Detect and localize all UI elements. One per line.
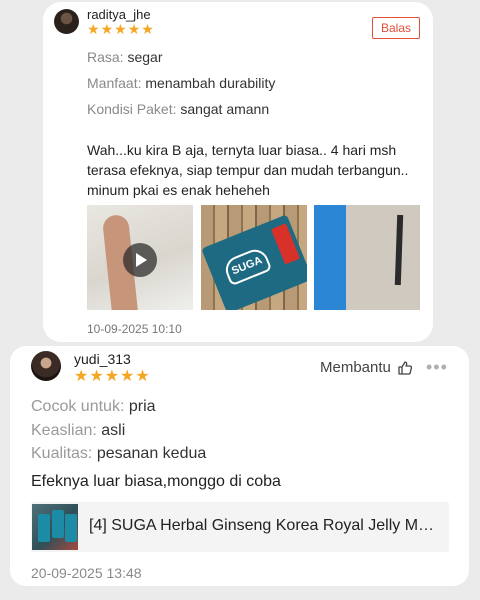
pack-logo: SUGA — [221, 245, 273, 287]
attribute-row: Manfaat: menambah durability — [87, 75, 275, 91]
helpful-button[interactable]: Membantu — [320, 359, 413, 376]
review-video-thumbnail[interactable] — [87, 205, 193, 310]
avatar[interactable] — [31, 351, 61, 381]
review-date: 10-09-2025 10:10 — [87, 322, 182, 336]
thumbs-up-icon — [398, 360, 412, 375]
review-text: Wah...ku kira B aja, ternyta luar biasa.… — [87, 140, 427, 200]
star-icon: ★ — [127, 21, 141, 37]
star-icon: ★ — [100, 21, 114, 37]
attribute-row: Kualitas: pesanan kedua — [31, 445, 206, 463]
review-date: 20-09-2025 13:48 — [31, 565, 142, 581]
star-rating: ★ ★ ★ ★ ★ — [87, 22, 154, 36]
play-icon[interactable] — [123, 243, 157, 277]
attribute-value: sangat amann — [180, 101, 270, 117]
attribute-label: Rasa: — [87, 49, 124, 65]
review-card-2: yudi_313 ★ ★ ★ ★ ★ Membantu ••• Cocok un… — [10, 346, 469, 586]
star-icon: ★ — [104, 368, 120, 385]
attribute-label: Cocok untuk: — [31, 398, 125, 415]
review-text: Efeknya luar biasa,monggo di coba — [31, 473, 281, 490]
username[interactable]: raditya_jhe — [87, 7, 151, 22]
avatar[interactable] — [54, 9, 79, 34]
attribute-value: menambah durability — [145, 75, 276, 91]
product-title: [4] SUGA Herbal Ginseng Korea Royal Jell… — [89, 517, 439, 534]
attribute-value: pesanan kedua — [96, 445, 207, 462]
product-link[interactable]: [4] SUGA Herbal Ginseng Korea Royal Jell… — [31, 502, 449, 552]
review-text-line: minum pkai es enak heheheh — [87, 182, 270, 198]
star-icon: ★ — [74, 368, 89, 385]
review-text-line: terasa efeknya, siap tempur dan mudah te… — [87, 162, 409, 178]
attribute-label: Kualitas: — [31, 445, 93, 462]
star-icon: ★ — [89, 368, 104, 385]
star-icon: ★ — [135, 368, 150, 385]
attribute-label: Manfaat: — [87, 75, 142, 91]
star-icon: ★ — [114, 21, 127, 37]
more-options-icon[interactable]: ••• — [426, 357, 448, 378]
star-icon: ★ — [87, 21, 100, 37]
attribute-row: Rasa: segar — [87, 49, 163, 65]
username[interactable]: yudi_313 — [74, 351, 131, 367]
star-icon: ★ — [120, 368, 135, 385]
attribute-label: Keaslian: — [31, 422, 97, 439]
attribute-row: Cocok untuk: pria — [31, 398, 156, 416]
attribute-row: Keaslian: asli — [31, 422, 125, 440]
star-icon: ★ — [141, 21, 154, 37]
attribute-row: Kondisi Paket: sangat amann — [87, 101, 269, 117]
helpful-label: Membantu — [320, 359, 391, 376]
product-pack-image: SUGA — [201, 214, 307, 310]
review-card-1: raditya_jhe ★ ★ ★ ★ ★ Balas Rasa: segar … — [43, 2, 433, 342]
product-thumbnail — [32, 504, 78, 550]
reply-button[interactable]: Balas — [372, 17, 420, 39]
attribute-value: segar — [127, 49, 163, 65]
photo-object — [394, 214, 404, 286]
attribute-label: Kondisi Paket: — [87, 101, 177, 117]
review-photo-thumbnail[interactable] — [314, 205, 420, 310]
review-photo-thumbnail[interactable]: SUGA — [201, 205, 307, 310]
attribute-value: asli — [101, 422, 126, 439]
review-text-line: Wah...ku kira B aja, ternyta luar biasa.… — [87, 142, 397, 158]
star-rating: ★ ★ ★ ★ ★ — [74, 369, 150, 385]
attribute-value: pria — [128, 398, 156, 415]
